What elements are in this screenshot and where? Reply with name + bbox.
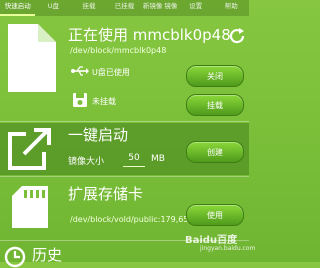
active-tab-indicator xyxy=(0,14,35,16)
refresh-icon[interactable] xyxy=(228,27,246,45)
section1-path: /dev/block/mmcblk0p48 xyxy=(70,46,167,55)
close-usb-button[interactable]: 关闭 xyxy=(186,65,244,87)
section1-title: 正在使用 mmcblk0p48 xyxy=(68,26,231,44)
section3-title: 扩展存储卡 xyxy=(68,185,144,203)
mount-button[interactable]: 挂载 xyxy=(186,94,244,116)
mount-status-label: 未挂载 xyxy=(92,97,116,106)
image-size-unit: MB xyxy=(151,154,165,164)
sd-card-icon xyxy=(12,186,48,228)
section3-path: /dev/block/vold/public:179,65 xyxy=(70,215,189,224)
tab-mount[interactable]: 挂载 xyxy=(71,0,107,16)
use-button[interactable]: 使用 xyxy=(186,204,244,226)
tab-usb[interactable]: U盘 xyxy=(36,0,72,16)
history-icon xyxy=(4,246,26,268)
section2-title: 一键启动 xyxy=(68,126,129,144)
tab-new-image[interactable]: 新镜像 镜像 xyxy=(142,0,178,16)
disk-icon xyxy=(73,93,87,107)
tab-settings[interactable]: 设置 xyxy=(178,0,214,16)
image-size-label: 镜像大小 xyxy=(68,157,105,167)
divider-1 xyxy=(0,121,249,122)
watermark-logo: Baidu百度 xyxy=(185,235,238,246)
divider-2 xyxy=(0,176,249,177)
image-size-input[interactable]: 50 xyxy=(123,150,145,167)
external-link-icon xyxy=(8,128,51,170)
document-icon xyxy=(8,24,56,92)
tab-mounted[interactable]: 已挂载 xyxy=(107,0,143,16)
tab-bar: 快速启动 U盘 挂载 已挂载 新镜像 镜像 设置 帮助 xyxy=(0,0,249,16)
tab-help[interactable]: 帮助 xyxy=(213,0,249,16)
create-button[interactable]: 创建 xyxy=(186,141,244,163)
usb-status-label: U盘已使用 xyxy=(92,68,130,77)
usb-icon xyxy=(71,66,89,76)
watermark-url: jingyan.baidu.com xyxy=(200,245,256,252)
